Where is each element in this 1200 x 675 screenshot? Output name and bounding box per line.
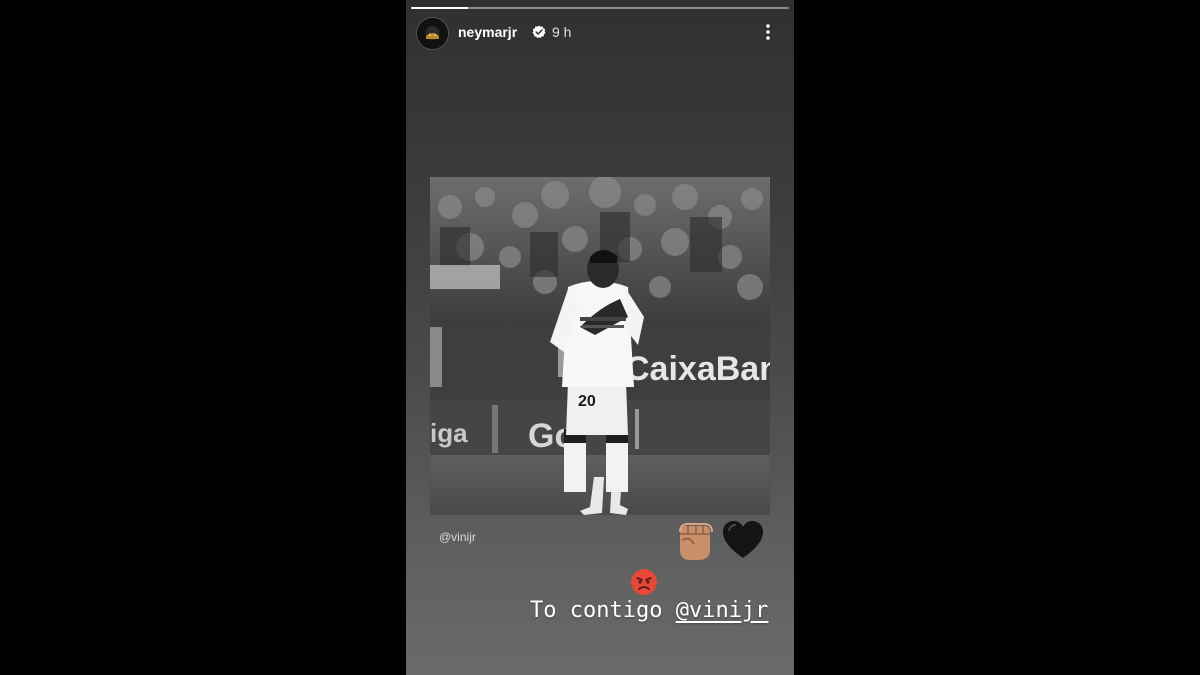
post-time: 9 h [552,24,572,40]
player-photo: CaixaBank iga Go [430,177,770,515]
story-header: neymarjr 9 h [416,17,784,50]
story-progress-bar [411,7,789,9]
story-viewer[interactable]: neymarjr 9 h CaixaBan iga Go 20 @vinijr … [406,0,794,675]
story-photo: CaixaBank iga Go [430,177,770,515]
caption-mention-link[interactable]: @vinijr [676,598,769,623]
avatar-image [417,18,448,49]
avatar[interactable] [416,17,449,50]
more-options-icon[interactable] [766,24,770,40]
board-text-caixabank: CaixaBank [625,350,770,388]
story-caption: To contigo @vinijr [530,598,768,623]
angry-face-emoji-icon [631,569,657,595]
black-heart-emoji-icon [723,521,763,558]
verified-badge-icon [532,25,546,39]
username[interactable]: neymarjr [458,24,517,40]
caption-text: To contigo [530,598,676,623]
jersey-number: 20 [578,393,596,410]
board-text-liga: iga [430,418,468,448]
raised-fist-emoji-icon [679,523,713,560]
photo-mention-tag[interactable]: @vinijr [439,530,476,544]
stage: neymarjr 9 h CaixaBan iga Go 20 @vinijr … [0,0,1200,675]
story-progress-fill [411,7,468,9]
